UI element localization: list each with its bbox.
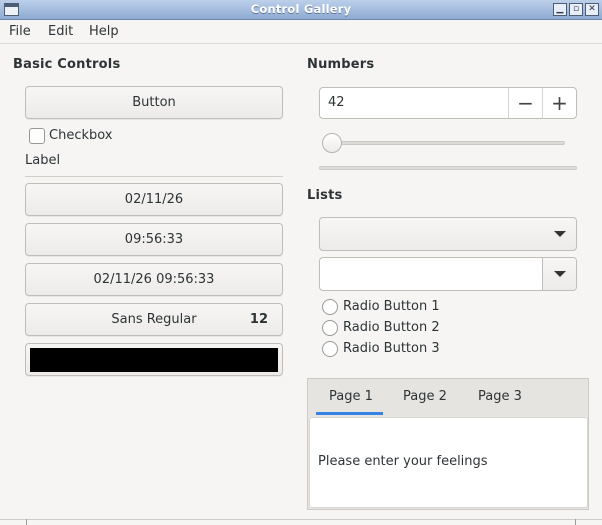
radio-label-3[interactable]: Radio Button 3: [343, 341, 440, 356]
progress-bar: [319, 166, 577, 170]
plain-button[interactable]: Button: [25, 86, 283, 119]
editable-combo-box: [319, 257, 577, 291]
spin-value-input[interactable]: 42: [328, 95, 345, 110]
tab-page-3[interactable]: Page 3: [478, 389, 522, 404]
notebook: Page 1 Page 2 Page 3 Please enter your f…: [307, 378, 589, 510]
bottom-tick-right: [575, 519, 576, 525]
font-size-label: 12: [249, 312, 268, 327]
close-button[interactable]: ✕: [585, 3, 599, 16]
dropdown-arrow-icon: [554, 268, 566, 277]
maximize-icon: ▫: [572, 4, 580, 14]
tab-bar: Page 1 Page 2 Page 3: [308, 379, 588, 416]
checkbox-label[interactable]: Checkbox: [49, 128, 113, 143]
menu-help[interactable]: Help: [89, 24, 119, 39]
radio-button-3[interactable]: [322, 341, 338, 357]
date-button[interactable]: 02/11/26: [25, 183, 283, 216]
close-icon: ✕: [588, 4, 596, 14]
tab-page-1[interactable]: Page 1: [329, 389, 373, 404]
radio-label-2[interactable]: Radio Button 2: [343, 320, 440, 335]
active-tab-indicator: [316, 412, 383, 415]
combo-box[interactable]: [319, 217, 577, 251]
checkbox[interactable]: [29, 128, 45, 144]
plus-icon: +: [551, 91, 568, 115]
menu-bar: File Edit Help: [0, 20, 602, 44]
editable-combo-input[interactable]: [320, 258, 542, 290]
basic-label: Label: [25, 153, 61, 168]
title-bar[interactable]: Control Gallery ▁ ▫ ✕: [0, 0, 602, 20]
radio-button-1[interactable]: [322, 299, 338, 315]
color-swatch: [30, 348, 278, 372]
spin-increment-button[interactable]: +: [542, 88, 576, 118]
slider-handle[interactable]: [322, 133, 342, 153]
minimize-button[interactable]: ▁: [553, 3, 567, 16]
radio-label-1[interactable]: Radio Button 1: [343, 299, 440, 314]
numbers-heading: Numbers: [307, 57, 375, 72]
tab-page-2[interactable]: Page 2: [403, 389, 447, 404]
basic-controls-heading: Basic Controls: [13, 57, 121, 72]
window-bottom-edge: [0, 519, 602, 525]
time-button[interactable]: 09:56:33: [25, 223, 283, 256]
page-text: Please enter your feelings: [318, 454, 488, 469]
slider-trough[interactable]: [331, 141, 565, 145]
menu-file[interactable]: File: [9, 24, 31, 39]
spin-decrement-button[interactable]: −: [508, 88, 542, 118]
window-title: Control Gallery: [250, 2, 352, 16]
lists-heading: Lists: [307, 188, 343, 203]
editable-combo-dropdown-button[interactable]: [542, 258, 576, 290]
font-button[interactable]: Sans Regular 12: [25, 303, 283, 336]
bottom-tick-left: [26, 519, 27, 525]
tab-page-content[interactable]: Please enter your feelings: [309, 417, 588, 508]
minimize-icon: ▁: [556, 4, 564, 14]
dropdown-arrow-icon: [554, 228, 566, 237]
minus-icon: −: [517, 91, 534, 115]
font-name-label: Sans Regular: [111, 312, 197, 327]
spin-button: 42 − +: [319, 87, 577, 119]
datetime-button[interactable]: 02/11/26 09:56:33: [25, 263, 283, 296]
menu-edit[interactable]: Edit: [48, 24, 73, 39]
maximize-button[interactable]: ▫: [569, 3, 583, 16]
separator: [25, 176, 283, 177]
radio-button-2[interactable]: [322, 320, 338, 336]
